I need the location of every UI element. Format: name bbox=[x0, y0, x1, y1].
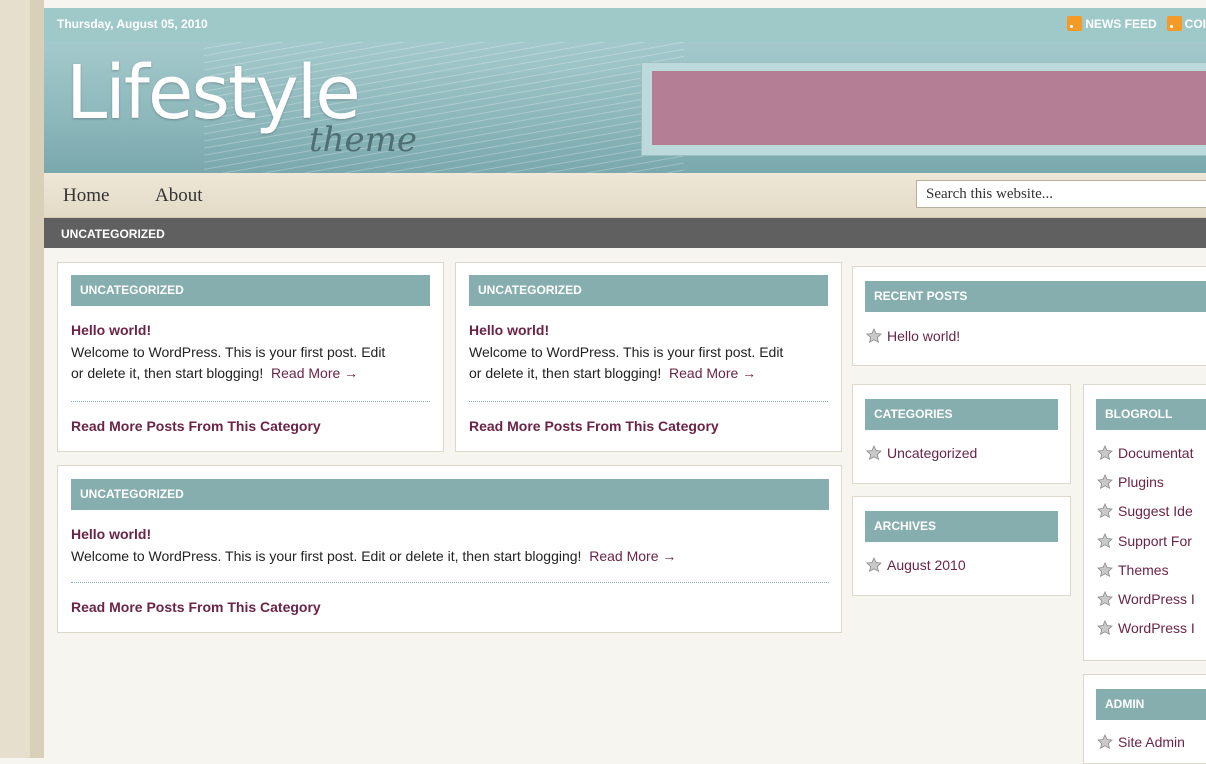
post-excerpt: Welcome to WordPress. This is your first… bbox=[71, 546, 831, 567]
list-item[interactable]: August 2010 bbox=[866, 555, 966, 584]
list-item-label[interactable]: Plugins bbox=[1118, 474, 1164, 490]
header-banner-frame bbox=[641, 62, 1206, 156]
post-box: UNCATEGORIZED Hello world! Welcome to Wo… bbox=[57, 262, 444, 452]
top-bar: Thursday, August 05, 2010 NEWS FEED COI bbox=[44, 8, 1206, 42]
more-posts-link[interactable]: Read More Posts From This Category bbox=[71, 418, 321, 434]
post-title[interactable]: Hello world! bbox=[71, 526, 151, 542]
comments-feed-link[interactable]: COI bbox=[1185, 17, 1206, 31]
post-excerpt-line: or delete it, then start blogging! bbox=[71, 365, 264, 381]
categories-widget: CATEGORIES Uncategorized bbox=[852, 384, 1071, 484]
nav-item-about[interactable]: About bbox=[155, 185, 203, 207]
list-item-label[interactable]: Hello world! bbox=[887, 328, 960, 344]
widget-list: Hello world! bbox=[866, 326, 960, 355]
widget-list: Documentat Plugins Suggest Ide Support F… bbox=[1097, 443, 1195, 647]
left-page-border bbox=[0, 0, 44, 758]
list-item[interactable]: Site Admin bbox=[1097, 732, 1185, 761]
post-excerpt: Welcome to WordPress. This is your first… bbox=[71, 342, 441, 384]
widget-list: August 2010 bbox=[866, 555, 966, 584]
list-item[interactable]: Hello world! bbox=[866, 326, 960, 355]
category-bar-label[interactable]: UNCATEGORIZED bbox=[61, 227, 165, 241]
list-item[interactable]: Themes bbox=[1097, 560, 1195, 589]
read-more-link[interactable]: Read More → bbox=[271, 365, 358, 381]
list-item-label[interactable]: Themes bbox=[1118, 562, 1169, 578]
list-item[interactable]: Plugins bbox=[1097, 472, 1195, 501]
news-feed-link[interactable]: NEWS FEED bbox=[1085, 17, 1156, 31]
read-more-link[interactable]: Read More → bbox=[589, 548, 676, 564]
site-logo-subtitle: theme bbox=[309, 120, 418, 160]
more-posts-link[interactable]: Read More Posts From This Category bbox=[71, 599, 321, 615]
admin-widget: ADMIN Site Admin bbox=[1083, 674, 1206, 764]
feed-links: NEWS FEED COI bbox=[1067, 16, 1206, 31]
widget-list: Uncategorized bbox=[866, 443, 977, 472]
star-icon bbox=[1097, 532, 1113, 548]
list-item[interactable]: Uncategorized bbox=[866, 443, 977, 472]
star-icon bbox=[866, 445, 882, 460]
star-icon bbox=[866, 328, 882, 343]
post-category-header[interactable]: UNCATEGORIZED bbox=[71, 275, 430, 306]
list-item-label[interactable]: Documentat bbox=[1118, 445, 1193, 461]
post-box: UNCATEGORIZED Hello world! Welcome to Wo… bbox=[57, 465, 842, 633]
list-item[interactable]: WordPress I bbox=[1097, 618, 1195, 647]
more-posts-link[interactable]: Read More Posts From This Category bbox=[469, 418, 719, 434]
star-icon bbox=[1097, 734, 1113, 749]
main-navigation: Home About Search this website... bbox=[44, 173, 1206, 218]
list-item-label[interactable]: Suggest Ide bbox=[1118, 503, 1193, 519]
left-page-border-inner bbox=[30, 0, 44, 758]
archives-widget: ARCHIVES August 2010 bbox=[852, 496, 1071, 596]
post-excerpt-line: Welcome to WordPress. This is your first… bbox=[71, 548, 582, 564]
star-icon bbox=[1097, 620, 1113, 636]
list-item-label[interactable]: Uncategorized bbox=[887, 445, 977, 461]
post-excerpt: Welcome to WordPress. This is your first… bbox=[469, 342, 839, 384]
star-icon bbox=[1097, 503, 1113, 519]
post-excerpt-line: or delete it, then start blogging! bbox=[469, 365, 662, 381]
star-icon bbox=[866, 557, 882, 572]
divider bbox=[469, 401, 828, 402]
post-category-header[interactable]: UNCATEGORIZED bbox=[469, 275, 828, 306]
widget-list: Site Admin bbox=[1097, 732, 1185, 761]
widget-title: ARCHIVES bbox=[865, 511, 1058, 542]
category-bar: UNCATEGORIZED bbox=[44, 218, 1206, 248]
post-box: UNCATEGORIZED Hello world! Welcome to Wo… bbox=[455, 262, 842, 452]
widget-title: CATEGORIES bbox=[865, 399, 1058, 430]
recent-posts-widget: RECENT POSTS Hello world! bbox=[852, 266, 1206, 366]
list-item-label[interactable]: Site Admin bbox=[1118, 734, 1185, 750]
post-title[interactable]: Hello world! bbox=[469, 322, 549, 338]
site-header: Lifestyle theme bbox=[44, 42, 1206, 173]
list-item-label[interactable]: August 2010 bbox=[887, 557, 966, 573]
post-excerpt-line: Welcome to WordPress. This is your first… bbox=[469, 344, 784, 360]
search-input[interactable]: Search this website... bbox=[916, 180, 1206, 208]
post-category-header[interactable]: UNCATEGORIZED bbox=[71, 479, 829, 510]
list-item[interactable]: WordPress I bbox=[1097, 589, 1195, 618]
divider bbox=[71, 582, 829, 583]
list-item[interactable]: Suggest Ide bbox=[1097, 501, 1195, 530]
nav-item-home[interactable]: Home bbox=[63, 185, 109, 207]
rss-icon bbox=[1166, 16, 1182, 31]
blogroll-widget: BLOGROLL Documentat Plugins Suggest Ide … bbox=[1083, 384, 1206, 661]
post-title[interactable]: Hello world! bbox=[71, 322, 151, 338]
star-icon bbox=[1097, 445, 1113, 460]
star-icon bbox=[1097, 474, 1113, 490]
post-excerpt-line: Welcome to WordPress. This is your first… bbox=[71, 344, 386, 360]
star-icon bbox=[1097, 561, 1113, 577]
list-item[interactable]: Support For bbox=[1097, 531, 1195, 560]
rss-icon bbox=[1067, 16, 1083, 31]
divider bbox=[71, 401, 430, 402]
read-more-link[interactable]: Read More → bbox=[669, 365, 756, 381]
header-banner-ad[interactable] bbox=[652, 71, 1206, 145]
list-item-label[interactable]: Support For bbox=[1118, 533, 1192, 549]
list-item-label[interactable]: WordPress I bbox=[1118, 591, 1195, 607]
list-item[interactable]: Documentat bbox=[1097, 443, 1195, 472]
star-icon bbox=[1097, 590, 1113, 606]
widget-title: RECENT POSTS bbox=[865, 281, 1206, 312]
list-item-label[interactable]: WordPress I bbox=[1118, 620, 1195, 636]
widget-title: ADMIN bbox=[1096, 689, 1206, 720]
current-date: Thursday, August 05, 2010 bbox=[57, 17, 208, 31]
widget-title: BLOGROLL bbox=[1096, 399, 1206, 430]
